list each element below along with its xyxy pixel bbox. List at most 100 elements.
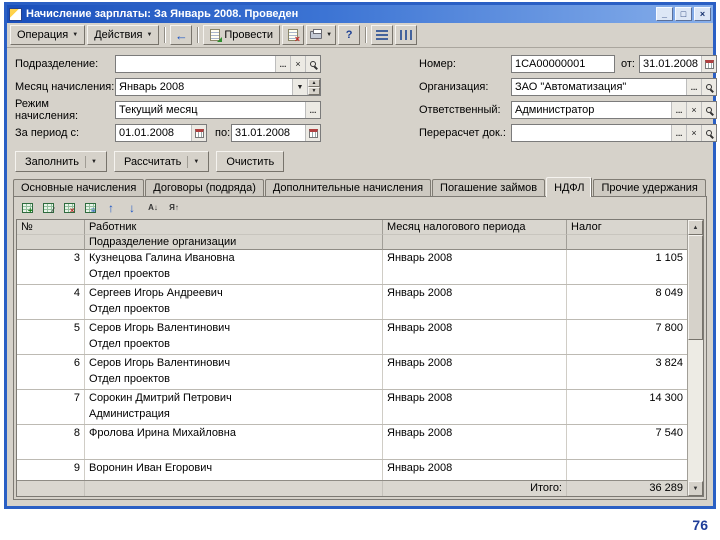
- recalc-doc-select-button[interactable]: ...: [671, 125, 687, 141]
- table-row[interactable]: 6 Серов Игорь Валентинович Отдел проектов…: [17, 355, 687, 390]
- chevron-down-icon: ▼: [85, 155, 97, 168]
- post-button[interactable]: Провести: [203, 25, 281, 45]
- header-employee[interactable]: Работник: [85, 220, 383, 235]
- cancel-post-button[interactable]: [282, 25, 305, 45]
- responsible-value[interactable]: Администратор: [512, 102, 671, 118]
- move-down-icon: ↓: [129, 201, 135, 215]
- organization-select-button[interactable]: ...: [686, 79, 702, 95]
- date-label: от:: [621, 58, 635, 70]
- organization-open-button[interactable]: [701, 79, 717, 95]
- number-field[interactable]: 1CA00000001: [511, 55, 615, 73]
- tab-additional-accruals[interactable]: Дополнительные начисления: [264, 179, 432, 196]
- period-to-value[interactable]: 31.01.2008: [232, 125, 305, 141]
- move-down-button[interactable]: ↓: [122, 199, 142, 217]
- table-row[interactable]: 8 Фролова Ирина Михайловна Январь 2008 7…: [17, 425, 687, 460]
- actions-menu-button[interactable]: Действия ▼: [87, 25, 160, 45]
- header-tax[interactable]: Налог: [567, 220, 687, 235]
- spin-up-button[interactable]: ▲: [308, 79, 320, 87]
- period-from-field[interactable]: 01.01.2008: [115, 124, 207, 142]
- row-number-cell: 5: [17, 320, 85, 354]
- department-select-button[interactable]: ...: [275, 56, 290, 72]
- accrual-mode-select-button[interactable]: ...: [305, 102, 320, 118]
- spin-down-button[interactable]: ▼: [308, 87, 320, 95]
- header-tax-sub: [567, 235, 687, 250]
- table-row[interactable]: 5 Серов Игорь Валентинович Отдел проектов…: [17, 320, 687, 355]
- date-field[interactable]: 31.01.2008: [639, 55, 718, 73]
- table-row[interactable]: 4 Сергеев Игорь Андреевич Отдел проектов …: [17, 285, 687, 320]
- accrual-month-value[interactable]: Январь 2008: [116, 79, 292, 95]
- header-num[interactable]: №: [17, 220, 85, 235]
- accrual-mode-field[interactable]: Текущий месяц ...: [115, 101, 321, 119]
- table-row[interactable]: 9 Воронин Иван Егорович Январь 2008: [17, 460, 687, 480]
- structure-button[interactable]: [371, 25, 394, 45]
- sort-asc-button[interactable]: А↓: [143, 199, 163, 217]
- maximize-button[interactable]: □: [675, 7, 692, 21]
- print-button[interactable]: ▼: [306, 25, 337, 45]
- period-from-calendar-button[interactable]: [191, 125, 206, 141]
- titlebar[interactable]: Начисление зарплаты: За Январь 2008. Про…: [7, 5, 713, 23]
- organization-value[interactable]: ЗАО "Автоматизация": [512, 79, 686, 95]
- scrollbar-track[interactable]: [688, 340, 703, 481]
- recalc-doc-label: Перерасчет док.:: [419, 127, 506, 139]
- organization-field[interactable]: ЗАО "Автоматизация" ...: [511, 78, 718, 96]
- scrollbar-thumb[interactable]: [688, 235, 703, 340]
- settings-button[interactable]: [395, 25, 418, 45]
- recalc-doc-open-button[interactable]: [701, 125, 717, 141]
- move-up-icon: ↑: [108, 201, 114, 215]
- recalc-doc-value[interactable]: [512, 125, 671, 141]
- minimize-button[interactable]: _: [656, 7, 673, 21]
- accrual-month-field[interactable]: Январь 2008 ▼ ▲ ▼: [115, 78, 321, 96]
- period-to-calendar-button[interactable]: [305, 125, 320, 141]
- responsible-clear-button[interactable]: ×: [686, 102, 702, 118]
- edit-row-button[interactable]: ∕: [38, 199, 58, 217]
- tab-main-accruals[interactable]: Основные начисления: [13, 179, 145, 196]
- responsible-open-button[interactable]: [701, 102, 717, 118]
- scroll-down-button[interactable]: ▼: [688, 481, 703, 496]
- accrual-month-dropdown-button[interactable]: ▼: [292, 79, 307, 95]
- row-number-cell: 6: [17, 355, 85, 389]
- accrual-month-spinner: ▲ ▼: [307, 79, 320, 95]
- clear-button[interactable]: Очистить: [216, 151, 285, 172]
- recalc-doc-clear-button[interactable]: ×: [686, 125, 702, 141]
- row-number-cell: 4: [17, 285, 85, 319]
- date-calendar-button[interactable]: [701, 56, 717, 72]
- department-field[interactable]: ... ×: [115, 55, 321, 73]
- number-value[interactable]: 1CA00000001: [512, 56, 614, 72]
- tab-other-deductions[interactable]: Прочие удержания: [593, 179, 706, 196]
- table-scrollbar[interactable]: ▲ ▼: [687, 220, 703, 496]
- fill-button-label: Заполнить: [25, 155, 80, 168]
- responsible-field[interactable]: Администратор ... ×: [511, 101, 718, 119]
- period-from-value[interactable]: 01.01.2008: [116, 125, 191, 141]
- recalc-doc-field[interactable]: ... ×: [511, 124, 718, 142]
- period-to-field[interactable]: 31.01.2008: [231, 124, 321, 142]
- tab-ndfl[interactable]: НДФЛ: [546, 177, 593, 197]
- fill-button[interactable]: Заполнить ▼: [15, 151, 107, 172]
- date-value[interactable]: 31.01.2008: [640, 56, 701, 72]
- tab-loan-repayment[interactable]: Погашение займов: [432, 179, 546, 196]
- help-button[interactable]: ?: [338, 25, 361, 45]
- back-button[interactable]: ←: [170, 25, 193, 45]
- department-value[interactable]: [116, 56, 275, 72]
- sort-desc-button[interactable]: Я↑: [164, 199, 184, 217]
- operation-menu-button[interactable]: Операция ▼: [10, 25, 86, 45]
- move-up-button[interactable]: ↑: [101, 199, 121, 217]
- accrual-mode-value[interactable]: Текущий месяц: [116, 102, 305, 118]
- department-open-button[interactable]: [305, 56, 320, 72]
- tab-contracts[interactable]: Договоры (подряда): [145, 179, 264, 196]
- row-number-cell: 8: [17, 425, 85, 459]
- close-button[interactable]: ×: [694, 7, 711, 21]
- delete-row-button[interactable]: ×: [59, 199, 79, 217]
- responsible-select-button[interactable]: ...: [671, 102, 687, 118]
- add-row-button[interactable]: +: [17, 199, 37, 217]
- list-settings-button[interactable]: ≡: [80, 199, 100, 217]
- ndfl-table-grid: № Работник Месяц налогового периода Нало…: [17, 220, 687, 496]
- table-row[interactable]: 3 Кузнецова Галина Ивановна Отдел проекто…: [17, 250, 687, 285]
- header-tax-month[interactable]: Месяц налогового периода: [383, 220, 567, 235]
- scroll-up-button[interactable]: ▲: [688, 220, 703, 235]
- header-employee-sub[interactable]: Подразделение организации: [85, 235, 383, 250]
- chevron-down-icon: ▼: [146, 32, 153, 38]
- department-clear-button[interactable]: ×: [290, 56, 305, 72]
- calculate-button[interactable]: Рассчитать ▼: [113, 151, 210, 172]
- table-row[interactable]: 7 Сорокин Дмитрий Петрович Администрация …: [17, 390, 687, 425]
- chevron-down-icon: ▼: [326, 32, 333, 38]
